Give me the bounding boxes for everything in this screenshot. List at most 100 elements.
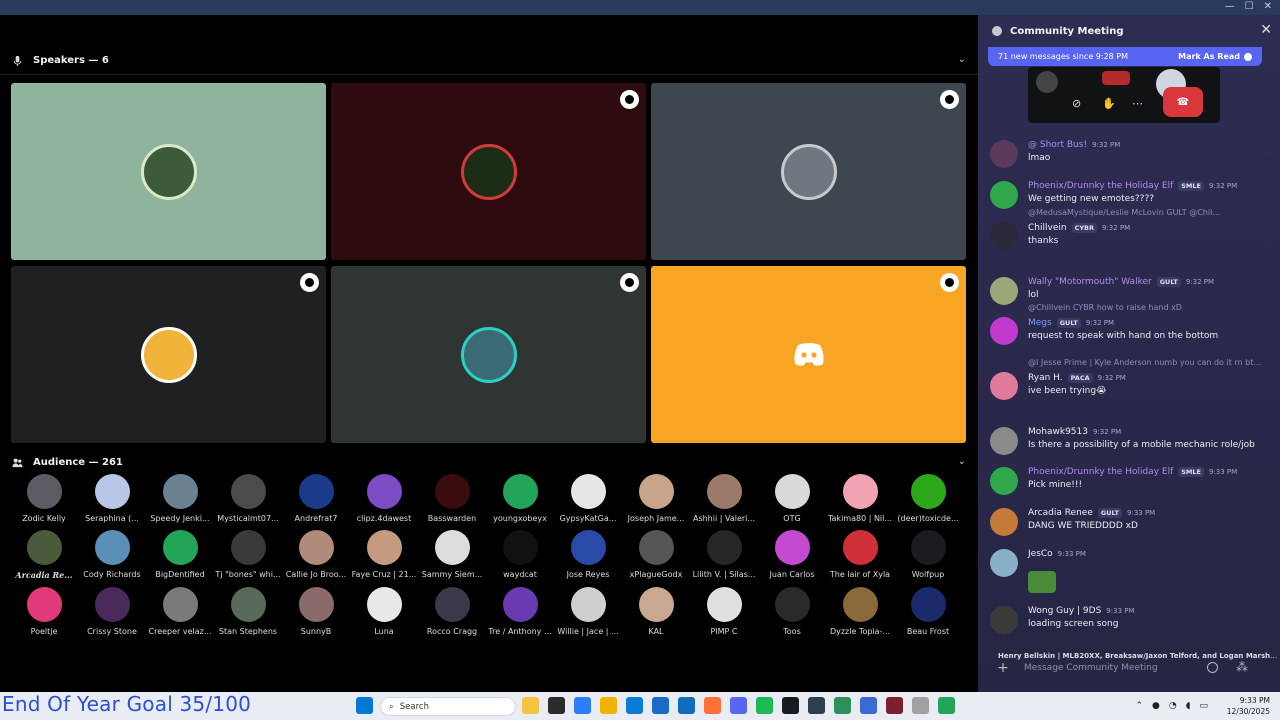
message-input-bar[interactable]: + Message Community Meeting ⁂ [988,655,1270,681]
audience-member[interactable]: Callie Jo Broo... [282,530,350,580]
username[interactable]: Arcadia Renee [1028,508,1093,518]
taskbar-search[interactable]: ⌕ Search [380,697,516,716]
taskbar-app-icon[interactable] [522,697,539,714]
speaker-tile[interactable] [331,266,646,443]
audience-member[interactable]: Juan Carlos [758,530,826,580]
speaker-tile[interactable] [331,83,646,260]
audience-member[interactable]: Sammy Siem... [418,530,486,580]
audience-member[interactable]: Takima80 | Nil... [826,474,894,523]
audience-member[interactable]: Faye Cruz | 21... [350,530,418,580]
taskbar-app-icon[interactable] [600,697,617,714]
audience-member[interactable]: Tj "bones" whi... [214,530,282,580]
taskbar-app-icon[interactable] [704,697,721,714]
settings-badge-icon[interactable] [620,273,639,292]
audience-member[interactable]: The lair of Xyla [826,530,894,580]
taskbar-app-icon[interactable] [782,697,799,714]
username[interactable]: Ryan H. [1028,373,1063,383]
username[interactable]: Mohawk9513 [1028,427,1088,437]
message-input[interactable]: Message Community Meeting [1024,663,1158,673]
audience-member[interactable]: KAL [622,587,690,636]
avatar[interactable] [990,606,1018,634]
wifi-icon[interactable]: ◔ [1169,701,1177,711]
maximize-button[interactable]: ☐ [1245,1,1254,12]
speaker-tile[interactable] [11,83,326,260]
reply-preview[interactable]: @Chillvein CYBR how to raise hand xD [1028,303,1276,312]
reply-preview[interactable]: @I Jesse Prime | Kyle Anderson numb you … [1028,358,1276,367]
mic-tray-icon[interactable]: ● [1152,701,1160,711]
new-messages-bar[interactable]: 71 new messages since 9:28 PM Mark As Re… [988,47,1262,66]
taskbar-app-icon[interactable] [626,697,643,714]
hang-up-button[interactable]: ☎ [1163,87,1203,117]
username[interactable]: Phoenix/Drunnky the Holiday Elf [1028,467,1173,477]
audience-member[interactable]: Seraphina (... [78,474,146,523]
mute-icon[interactable]: ⊘ [1072,97,1081,110]
speaker-tile[interactable] [651,266,966,443]
taskbar-clock[interactable]: 9:33 PM 12/30/2025 [1227,695,1270,717]
taskbar-app-icon[interactable] [912,697,929,714]
taskbar-app-icon[interactable] [938,697,955,714]
avatar[interactable] [990,427,1018,455]
audience-member[interactable]: Poeltje [10,587,78,636]
audience-member[interactable]: Beau Frost [894,587,962,636]
audience-member[interactable]: Dyzzle Topia-... [826,587,894,636]
audience-member[interactable]: Arcadia Re... [10,530,78,580]
reply-preview[interactable]: @MedusaMystique/Leslie McLovin GULT @Chi… [1028,208,1276,217]
settings-badge-icon[interactable] [620,90,639,109]
audience-member[interactable]: Ashhii | Valeri... [690,474,758,523]
speaker-tile[interactable] [651,83,966,260]
taskbar-app-icon[interactable] [730,697,747,714]
settings-badge-icon[interactable] [940,273,959,292]
avatar[interactable] [990,222,1018,250]
add-attachment-icon[interactable]: + [988,660,1018,676]
audience-member[interactable]: Tre / Anthony ... [486,587,554,636]
audience-member[interactable]: SunnyB [282,587,350,636]
minimize-button[interactable]: — [1225,1,1235,12]
audience-member[interactable]: Rocco Cragg [418,587,486,636]
audience-member[interactable]: Crissy Stone [78,587,146,636]
avatar[interactable] [990,549,1018,577]
chevron-down-icon[interactable]: ⌄ [958,456,966,467]
taskbar-app-icon[interactable] [756,697,773,714]
taskbar-app-icon[interactable] [652,697,669,714]
audience-member[interactable]: youngxobeyx [486,474,554,523]
audience-member[interactable]: Basswarden [418,474,486,523]
chevron-down-icon[interactable]: ⌄ [958,54,966,65]
audience-member[interactable]: (deer)toxicde... [894,474,962,523]
avatar[interactable] [990,508,1018,536]
close-icon[interactable]: ✕ [1260,22,1272,38]
settings-badge-icon[interactable] [300,273,319,292]
audience-member[interactable]: clipz.4dawest [350,474,418,523]
audience-member[interactable]: Luna [350,587,418,636]
battery-icon[interactable]: ▭ [1199,701,1208,711]
username[interactable]: Wong Guy | 9DS [1028,606,1101,616]
audience-member[interactable]: waydcat [486,530,554,580]
chevron-up-icon[interactable]: ⌃ [1135,701,1143,711]
audience-member[interactable]: xPlagueGodx [622,530,690,580]
avatar[interactable] [990,181,1018,209]
username[interactable]: Phoenix/Drunnky the Holiday Elf [1028,181,1173,191]
raise-hand-icon[interactable]: ✋ [1102,97,1116,110]
speaker-icon[interactable]: ◖ [1186,701,1191,711]
audience-member[interactable]: Creeper velaz... [146,587,214,636]
mini-call-preview[interactable]: ⊘ ✋ ⋯ ☎ [1028,67,1220,123]
avatar[interactable] [990,372,1018,400]
taskbar-app-icon[interactable] [886,697,903,714]
audience-member[interactable]: OTG [758,474,826,523]
audience-member[interactable]: Andrefrat7 [282,474,350,523]
audience-member[interactable]: Mysticalmt07... [214,474,282,523]
taskbar-app-icon[interactable] [574,697,591,714]
audience-member[interactable]: BigDentified [146,530,214,580]
apps-icon[interactable]: ⁂ [1236,660,1248,674]
avatar[interactable] [990,277,1018,305]
audience-member[interactable]: Zodic Kelly [10,474,78,523]
taskbar-app-icon[interactable] [834,697,851,714]
mark-as-read-button[interactable]: Mark As Read [1178,52,1252,61]
username[interactable]: Wally "Motormouth" Walker [1028,277,1152,287]
username[interactable]: @ Short Bus! [1028,140,1087,150]
audience-member[interactable]: Joseph Jame... [622,474,690,523]
audience-member[interactable]: Jose Reyes [554,530,622,580]
settings-badge-icon[interactable] [940,90,959,109]
more-icon[interactable]: ⋯ [1132,97,1143,110]
audience-member[interactable]: Cody Richards [78,530,146,580]
taskbar-app-icon[interactable] [860,697,877,714]
